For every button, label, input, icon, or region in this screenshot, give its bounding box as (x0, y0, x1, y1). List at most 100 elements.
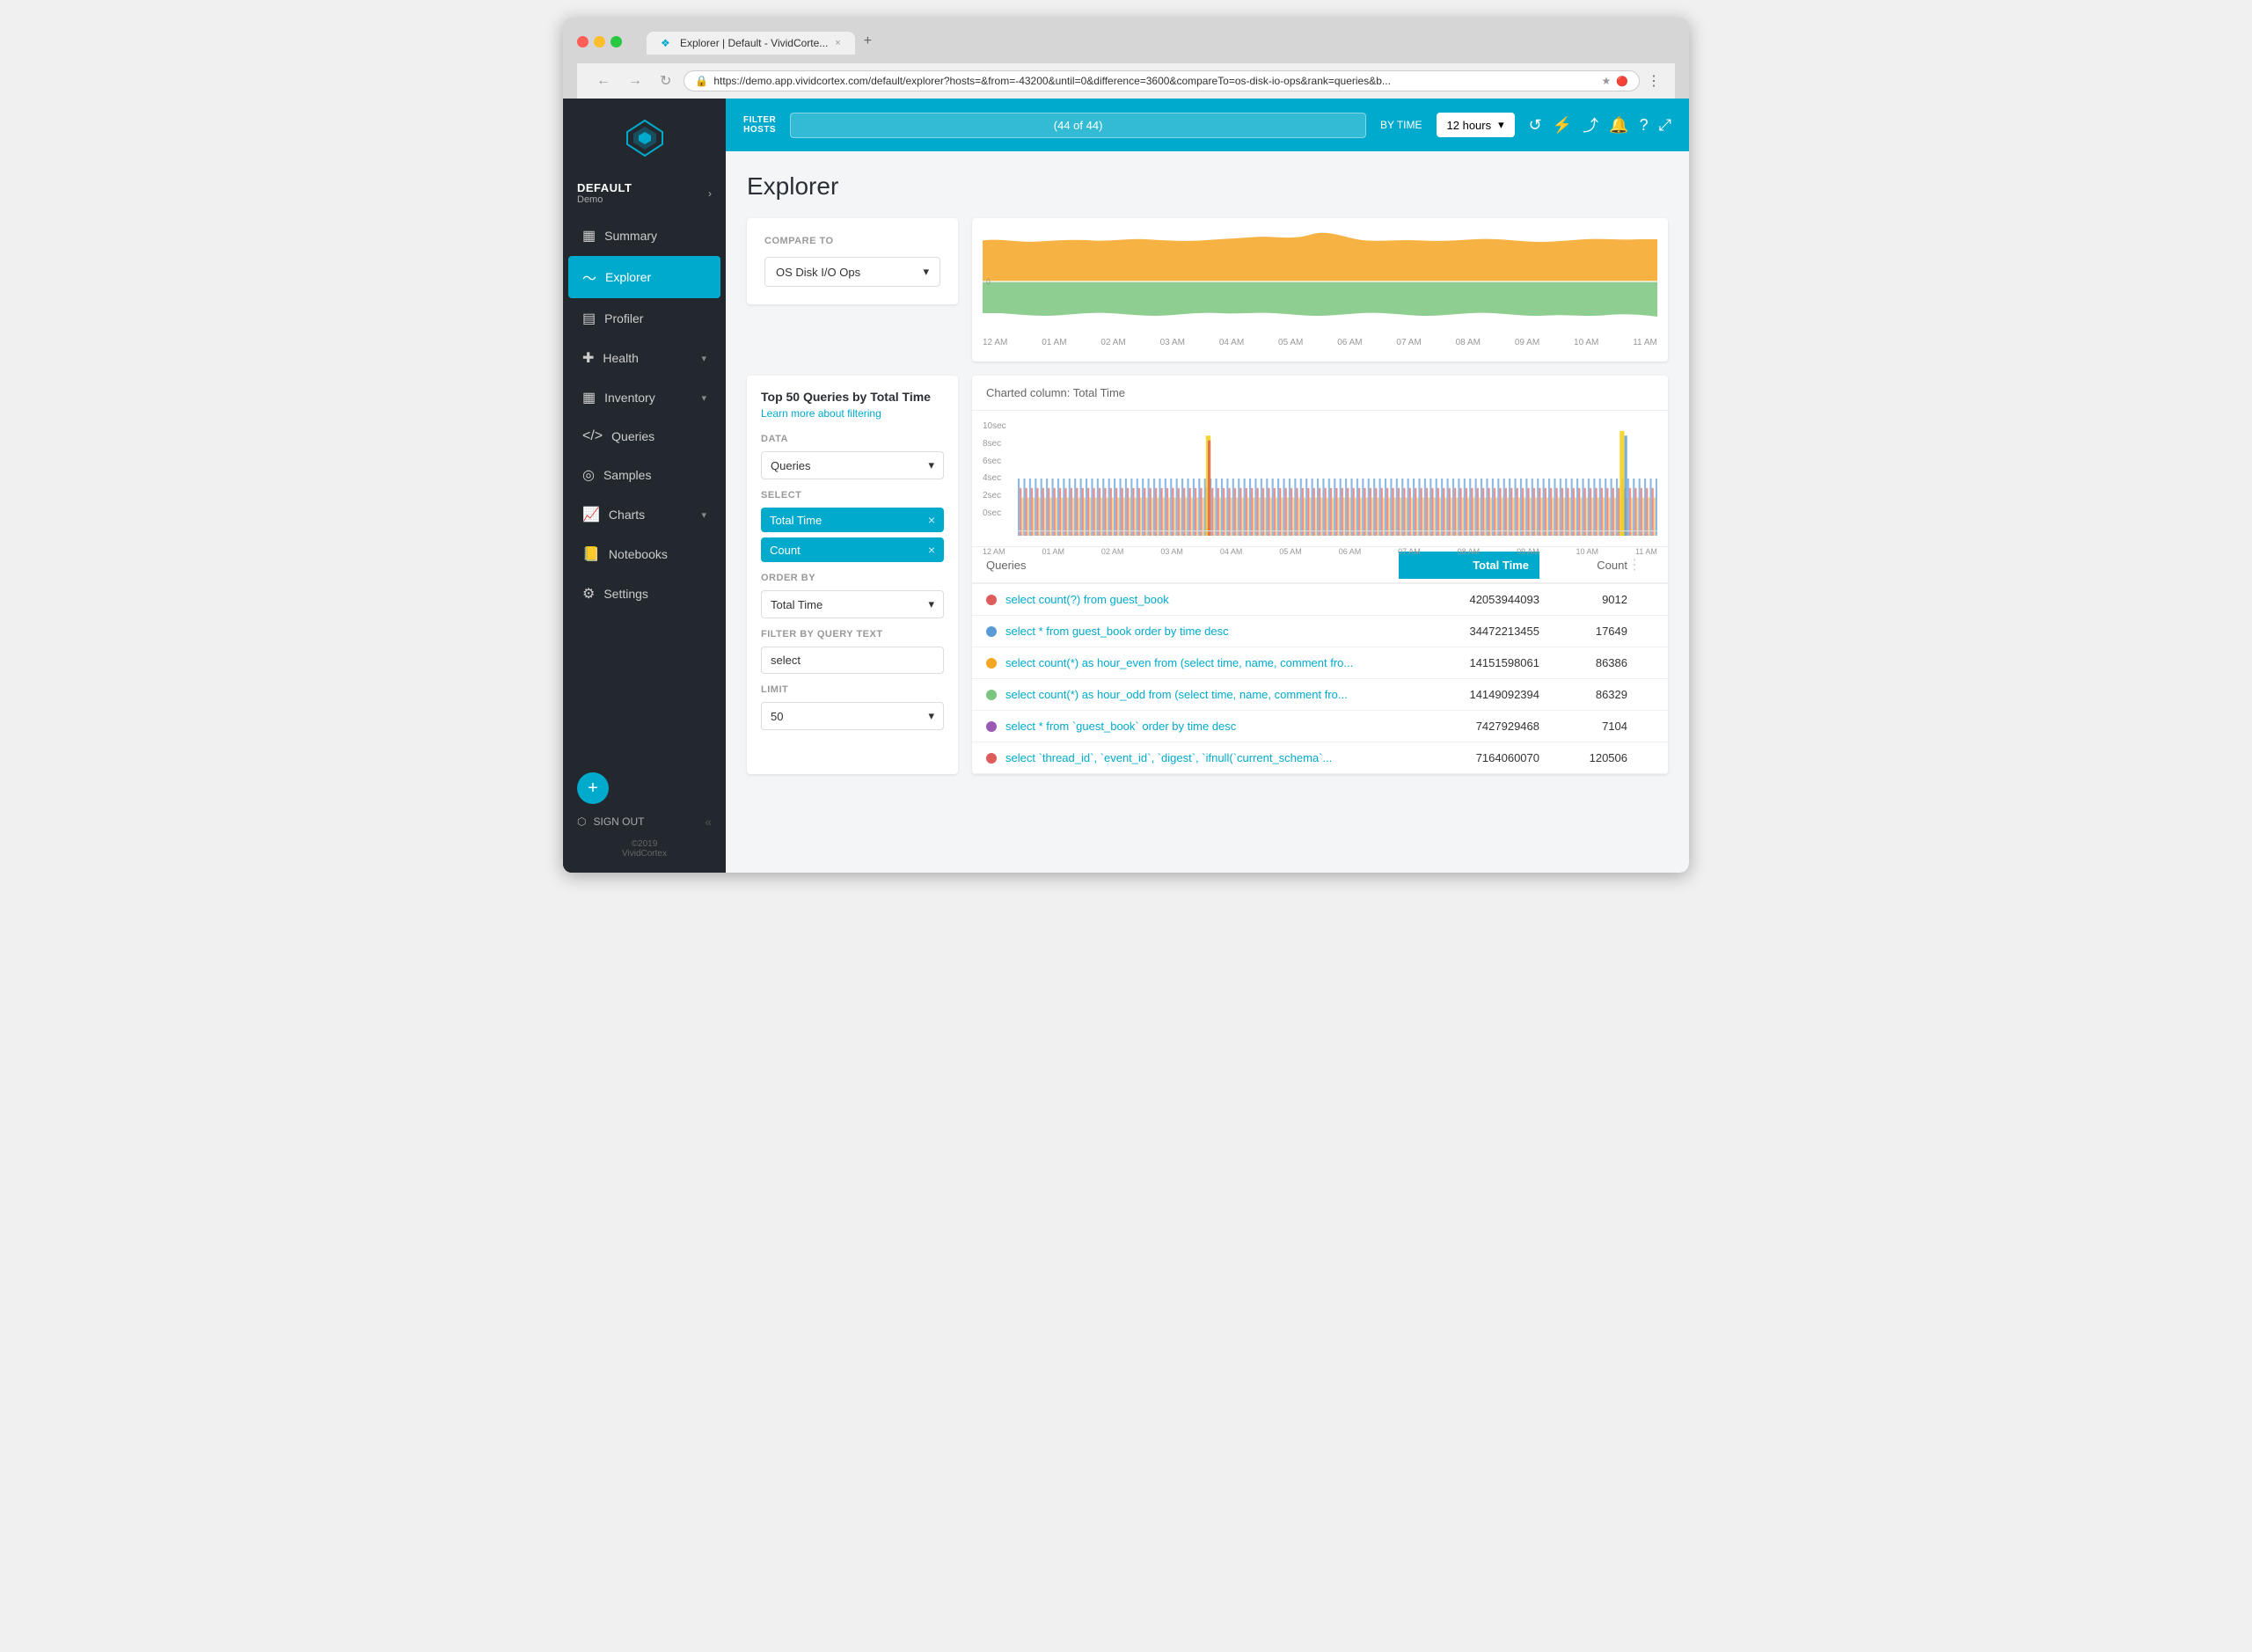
total-time-tag[interactable]: Total Time × (761, 508, 944, 532)
order-by-value: Total Time (771, 598, 823, 611)
sidebar-item-label: Notebooks (609, 547, 668, 561)
expand-button[interactable]: ⤢ (1659, 116, 1671, 135)
top-chart-xaxis: 12 AM 01 AM 02 AM 03 AM 04 AM 05 AM 06 A… (983, 334, 1657, 351)
limit-dropdown[interactable]: 50 ▾ (761, 702, 944, 730)
total-time-remove-icon[interactable]: × (928, 513, 935, 527)
table-menu-icon[interactable]: ⋮ (1627, 558, 1641, 573)
row-count: 86386 (1539, 656, 1627, 669)
default-label: DEFAULT (577, 181, 632, 194)
top-chart-card: 0 12 AM 01 AM 02 AM 03 AM 04 AM 05 AM 06 (972, 218, 1668, 362)
sidebar-item-queries[interactable]: </> Queries (568, 418, 720, 455)
data-dropdown[interactable]: Queries ▾ (761, 451, 944, 479)
row-count: 86329 (1539, 688, 1627, 701)
default-arrow-icon: › (708, 187, 712, 200)
col-queries-header: Queries (986, 559, 1399, 572)
copyright-text: ©2019 VividCortex (577, 839, 712, 859)
count-remove-icon[interactable]: × (928, 543, 935, 557)
logo (563, 99, 726, 178)
sidebar-item-notebooks[interactable]: 📒 Notebooks (568, 535, 720, 574)
sidebar-item-profiler[interactable]: ▤ Profiler (568, 299, 720, 338)
sidebar-item-label: Queries (611, 429, 654, 443)
row-total-time: 42053944093 (1399, 593, 1539, 606)
sidebar-nav: ▦ Summary 〜 Explorer ▤ Profiler ✚ Health… (563, 216, 726, 614)
row-query-link[interactable]: select * from guest_book order by time d… (1005, 625, 1399, 638)
row-query-link[interactable]: select count(?) from guest_book (1005, 593, 1399, 606)
health-chevron-icon: ▾ (701, 353, 706, 364)
sign-out-button[interactable]: ⬡ SIGN OUT « (577, 815, 712, 829)
browser-menu-button[interactable]: ⋮ (1647, 72, 1661, 90)
add-button[interactable]: + (577, 772, 609, 804)
sidebar-item-charts[interactable]: 📈 Charts ▾ (568, 495, 720, 534)
reload-button[interactable]: ↻ (654, 70, 676, 91)
traffic-light-red[interactable] (577, 36, 589, 48)
traffic-light-green[interactable] (611, 36, 622, 48)
sidebar-item-explorer[interactable]: 〜 Explorer (568, 256, 720, 298)
compare-chevron-icon: ▾ (923, 265, 929, 279)
row-count: 7104 (1539, 720, 1627, 733)
tab-close-icon[interactable]: × (835, 38, 840, 48)
top-bar: FILTER HOSTS BY TIME 12 hours ▾ ↺ ⚡ ⤴ 🔔 … (726, 99, 1689, 151)
help-button[interactable]: ? (1640, 116, 1649, 135)
compare-card: COMPARE TO OS Disk I/O Ops ▾ (747, 218, 958, 304)
top-chart-svg: 0 (983, 229, 1657, 334)
row-dot (986, 658, 997, 669)
sidebar-item-samples[interactable]: ◎ Samples (568, 456, 720, 494)
time-selector[interactable]: 12 hours ▾ (1437, 113, 1515, 137)
count-tag[interactable]: Count × (761, 537, 944, 562)
refresh-button[interactable]: ↺ (1529, 116, 1542, 135)
forward-button[interactable]: → (623, 71, 647, 91)
row-query-link[interactable]: select * from `guest_book` order by time… (1005, 720, 1399, 733)
summary-icon: ▦ (582, 227, 596, 245)
tab-favicon-icon: ❖ (661, 37, 673, 49)
compare-dropdown[interactable]: OS Disk I/O Ops ▾ (764, 257, 940, 287)
data-label: DATA (761, 434, 944, 444)
row-query-link[interactable]: select count(*) as hour_odd from (select… (1005, 688, 1399, 701)
top-panels-row: COMPARE TO OS Disk I/O Ops ▾ (747, 218, 1668, 362)
filter-query-input[interactable] (761, 647, 944, 674)
row-query-link[interactable]: select count(*) as hour_even from (selec… (1005, 656, 1399, 669)
results-chart-area: 10sec 8sec 6sec 4sec 2sec 0sec (972, 411, 1668, 547)
inventory-icon: ▦ (582, 389, 596, 406)
filter-hosts-label2: HOSTS (743, 125, 776, 135)
sidebar-collapse-icon[interactable]: « (705, 815, 712, 829)
table-rows-container: select count(?) from guest_book 42053944… (972, 584, 1668, 774)
sidebar-item-inventory[interactable]: ▦ Inventory ▾ (568, 378, 720, 417)
address-bar[interactable]: 🔒 https://demo.app.vividcortex.com/defau… (684, 70, 1640, 91)
row-total-time: 34472213455 (1399, 625, 1539, 638)
sidebar-item-label: Settings (603, 587, 648, 601)
compare-panel: COMPARE TO OS Disk I/O Ops ▾ (747, 218, 958, 362)
sidebar-default-section[interactable]: DEFAULT Demo › (563, 178, 726, 216)
share-button[interactable]: ⤴ (1583, 113, 1598, 136)
filter-hosts-input[interactable] (790, 113, 1366, 138)
learn-more-link[interactable]: Learn more about filtering (761, 407, 944, 420)
row-dot (986, 595, 997, 605)
svg-text:0: 0 (986, 277, 991, 288)
back-button[interactable]: ← (591, 71, 616, 91)
by-time-label: BY TIME (1380, 119, 1422, 131)
row-total-time: 7164060070 (1399, 751, 1539, 764)
sign-out-icon: ⬡ (577, 815, 586, 828)
settings-icon: ⚙ (582, 585, 595, 603)
bottom-section: Top 50 Queries by Total Time Learn more … (747, 376, 1668, 774)
sidebar-item-label: Samples (603, 468, 651, 482)
charted-label: Charted column: Total Time (986, 386, 1125, 399)
sidebar-item-label: Explorer (605, 270, 651, 284)
time-chevron-icon: ▾ (1498, 118, 1504, 132)
topbar-icons: ↺ ⚡ ⤴ 🔔 ? ⤢ (1529, 113, 1671, 136)
row-dot (986, 690, 997, 700)
new-tab-button[interactable]: + (855, 28, 881, 55)
sidebar-item-health[interactable]: ✚ Health ▾ (568, 339, 720, 377)
sidebar-bottom: + ⬡ SIGN OUT « ©2019 VividCortex (563, 758, 726, 873)
browser-tab-active[interactable]: ❖ Explorer | Default - VividCorte... × (647, 32, 855, 55)
order-by-dropdown[interactable]: Total Time ▾ (761, 590, 944, 618)
bolt-button[interactable]: ⚡ (1553, 116, 1572, 135)
profiler-icon: ▤ (582, 310, 596, 327)
page-title: Explorer (747, 172, 1668, 201)
sidebar-item-settings[interactable]: ⚙ Settings (568, 574, 720, 613)
traffic-light-yellow[interactable] (594, 36, 605, 48)
row-total-time: 14149092394 (1399, 688, 1539, 701)
row-query-link[interactable]: select `thread_id`, `event_id`, `digest`… (1005, 751, 1399, 764)
samples-icon: ◎ (582, 466, 595, 484)
notifications-button[interactable]: 🔔 (1609, 116, 1628, 135)
sidebar-item-summary[interactable]: ▦ Summary (568, 216, 720, 255)
